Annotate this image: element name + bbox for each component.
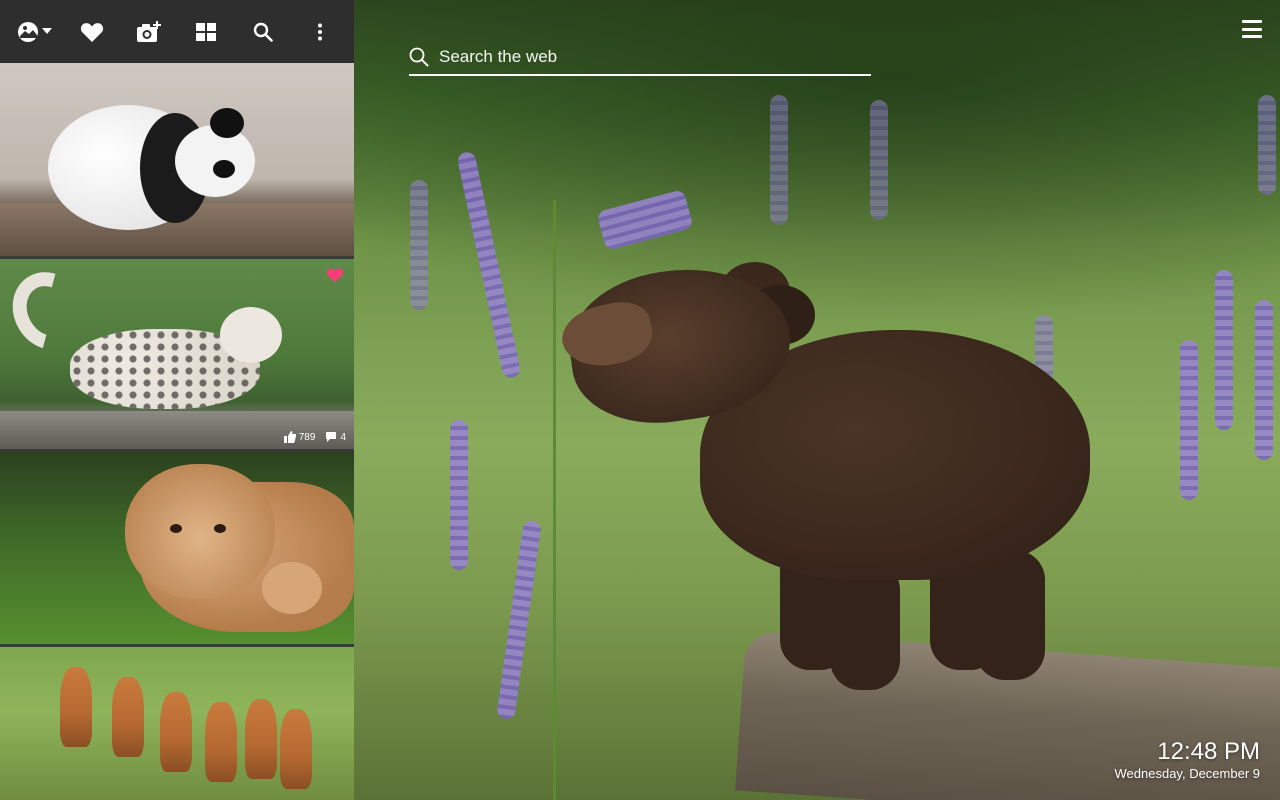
search-toolbar-button[interactable] (243, 12, 283, 52)
search-icon (409, 47, 429, 67)
likes-stat[interactable]: 789 (283, 431, 316, 443)
lupine-flower (410, 180, 428, 310)
clock-widget: 12:48 PM Wednesday, December 9 (1115, 738, 1260, 782)
top-toolbar (0, 0, 354, 63)
lupine-flower (450, 420, 468, 570)
clock-time: 12:48 PM (1157, 738, 1260, 765)
gallery-button[interactable] (186, 12, 226, 52)
menu-line (1242, 20, 1262, 23)
menu-line (1242, 27, 1262, 31)
fox-cub (205, 702, 237, 782)
lion-face (125, 464, 275, 599)
lion-eye (214, 524, 226, 533)
fox-cub (160, 692, 192, 772)
heart-icon (80, 22, 103, 42)
web-search-bar (409, 40, 871, 76)
gallery-tile-snow-leopard[interactable]: 789 4 (0, 259, 354, 449)
lion-eye (170, 524, 182, 533)
wallpaper-menu-button[interactable] (15, 12, 55, 52)
lupine-flower (870, 100, 888, 220)
fox-cub (112, 677, 144, 757)
hamburger-menu-button[interactable] (1240, 18, 1264, 40)
thumbs-up-icon (283, 431, 296, 443)
more-vertical-icon (317, 23, 322, 40)
lupine-flower (1180, 340, 1198, 500)
panda-head (175, 125, 255, 197)
favorites-button[interactable] (72, 12, 112, 52)
comments-count: 4 (340, 431, 346, 443)
search-icon (253, 22, 273, 42)
comment-icon (326, 432, 337, 442)
lupine-flower (1258, 95, 1276, 195)
lion-paw (262, 562, 322, 614)
more-options-button[interactable] (300, 12, 340, 52)
lupine-flower (770, 95, 788, 225)
wallpaper-gallery-panel: 789 4 (0, 63, 354, 800)
fox-cub (280, 709, 312, 789)
gallery-tile-fox-cubs[interactable] (0, 647, 354, 800)
search-input[interactable] (439, 47, 871, 67)
comments-stat[interactable]: 4 (325, 431, 346, 443)
image-dropdown-icon (17, 21, 52, 42)
flower-stem (553, 200, 556, 800)
fox-cub (245, 699, 277, 779)
lupine-flower (1215, 270, 1233, 430)
gallery-tile-lion[interactable] (0, 452, 354, 644)
tile-stats: 789 4 (283, 431, 346, 443)
fox-cub (60, 667, 92, 747)
tree-branch (0, 411, 354, 449)
panda-eye (213, 160, 235, 178)
lupine-flower (1255, 300, 1273, 460)
gallery-tile-panda[interactable] (0, 63, 354, 256)
camera-plus-icon (136, 20, 161, 42)
grid-icon (195, 22, 216, 41)
menu-line (1242, 35, 1262, 38)
clock-date: Wednesday, December 9 (1114, 766, 1260, 781)
panda-ear (210, 108, 244, 138)
likes-count: 789 (298, 431, 316, 443)
add-photo-button[interactable] (129, 12, 169, 52)
favorite-heart-icon[interactable] (326, 267, 344, 283)
leopard-head (220, 307, 282, 363)
